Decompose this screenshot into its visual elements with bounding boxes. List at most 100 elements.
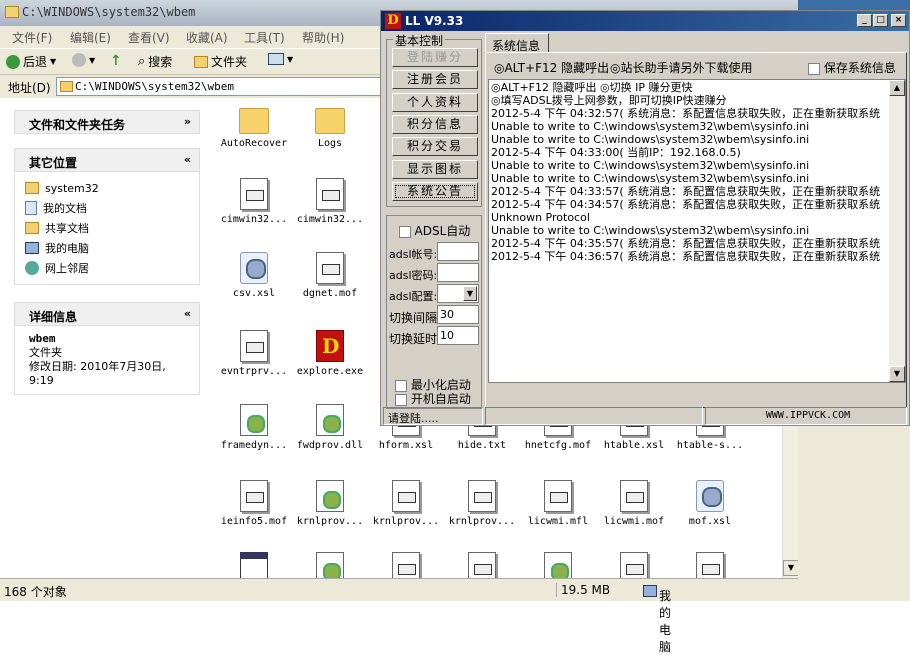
file-tasks-header[interactable]: 文件和文件夹任务 » [14, 110, 200, 134]
file-item[interactable]: Logs [292, 104, 368, 149]
show-icon-button[interactable]: 显示图标 [392, 160, 478, 179]
chevron-down-icon: ▼ [50, 57, 57, 66]
place-label: 共享文档 [45, 222, 89, 235]
tab-system-info[interactable]: 系统信息 [485, 33, 549, 53]
adsl-password-input[interactable] [437, 263, 479, 282]
log-scrollbar[interactable]: ▲ ▼ [889, 80, 905, 382]
details-title: 详细信息 [29, 310, 78, 324]
file-label: mof.xsl [688, 516, 732, 527]
chevron-up-icon[interactable]: « [184, 153, 191, 166]
other-places-header[interactable]: 其它位置 « [14, 148, 200, 172]
place-my-computer[interactable]: 我的电脑 [25, 238, 199, 258]
xsl-file-icon [696, 480, 724, 512]
file-label: dgnet.mof [302, 288, 358, 299]
menu-tools[interactable]: 工具(T) [244, 29, 285, 46]
gear-file-icon [240, 404, 268, 436]
forward-button[interactable]: ▼ [72, 53, 95, 67]
adsl-config-select[interactable]: ▼ [437, 284, 479, 303]
place-my-documents[interactable]: 我的文档 [25, 198, 199, 218]
file-label: ieinfo5.mof [220, 516, 288, 527]
save-info-checkbox[interactable] [808, 62, 820, 75]
register-button[interactable]: 注册会员 [392, 70, 478, 89]
adsl-auto-row[interactable]: ADSL自动 [399, 222, 470, 239]
place-system32[interactable]: system32 [25, 178, 199, 198]
back-label: 后退 [23, 55, 48, 69]
menu-help[interactable]: 帮助(H) [302, 29, 344, 46]
file-label: explore.exe [296, 366, 364, 377]
adsl-auto-checkbox[interactable] [399, 226, 411, 238]
file-item[interactable]: framedyn... [216, 404, 292, 451]
dialog-titlebar[interactable]: D LL V9.33 _ □ × [381, 11, 909, 31]
adsl-password-label: adsl密码: [389, 269, 438, 282]
log-line: 2012-5-4 下午 04:32:57( 系统消息：系配置信息获取失败，正在重… [491, 107, 881, 120]
file-item[interactable]: mof.xsl [672, 480, 748, 527]
autostart-row[interactable]: 开机自启动 [395, 390, 471, 407]
status-cell-middle [485, 407, 703, 425]
file-item[interactable]: evntrprv... [216, 330, 292, 377]
file-item[interactable]: csv.xsl [216, 252, 292, 299]
menu-favorites[interactable]: 收藏(A) [186, 29, 228, 46]
up-button[interactable]: ↑ [110, 53, 122, 69]
file-item[interactable]: AutoRecover [216, 104, 292, 149]
menu-view[interactable]: 查看(V) [128, 29, 170, 46]
save-info-row[interactable]: 保存系统信息 [808, 59, 896, 76]
autostart-checkbox[interactable] [395, 393, 407, 406]
chevron-down-icon[interactable]: » [184, 115, 191, 128]
interval-input[interactable]: 30 [437, 305, 479, 324]
address-input[interactable]: C:\WINDOWS\system32\wbem [56, 77, 386, 96]
minimize-icon[interactable]: _ [857, 14, 872, 27]
file-item[interactable]: fwdprov.dll [292, 404, 368, 451]
login-status: 请登陆..... [383, 407, 483, 425]
network-icon [25, 261, 39, 275]
points-info-button[interactable]: 积分信息 [392, 115, 478, 134]
place-network[interactable]: 网上邻居 [25, 258, 199, 278]
tab-panel: ◎ALT+F12 隐藏呼出 ◎站长助手请另外下载使用 保存系统信息 ◎ALT+F… [485, 52, 907, 408]
details-modified: 修改日期: 2010年7月30日, 9:19 [29, 360, 166, 387]
chevron-down-icon[interactable]: ▼ [463, 286, 477, 301]
folders-button[interactable]: 文件夹 [194, 53, 247, 70]
place-shared-documents[interactable]: 共享文档 [25, 218, 199, 238]
back-button[interactable]: 后退 ▼ [6, 53, 56, 70]
system-notice-button[interactable]: 系统公告 [392, 182, 478, 201]
points-trade-button[interactable]: 积分交易 [392, 137, 478, 156]
scroll-down-icon[interactable]: ▼ [889, 366, 905, 382]
file-item[interactable]: explore.exe [292, 330, 368, 377]
close-icon[interactable]: × [891, 14, 906, 27]
details-body: wbem 文件夹 修改日期: 2010年7月30日, 9:19 [14, 326, 200, 395]
place-label: 网上邻居 [45, 262, 89, 275]
login-earn-button[interactable]: 登陆赚分 [392, 48, 478, 67]
file-label: fwdprov.dll [296, 440, 364, 451]
views-button[interactable]: ▼ [268, 53, 293, 65]
profile-button[interactable]: 个人资料 [392, 93, 478, 112]
file-label: krnlprov... [296, 516, 364, 527]
file-item[interactable]: ieinfo5.mof [216, 480, 292, 527]
chevron-up-icon[interactable]: « [184, 307, 191, 320]
file-item[interactable]: krnlprov... [444, 480, 520, 527]
scroll-up-icon[interactable]: ▲ [889, 80, 905, 96]
system-log[interactable]: ◎ALT+F12 隐藏呼出 ◎切换 IP 赚分更快 ◎填写ADSL拨号上网参数，即… [488, 79, 906, 383]
details-header[interactable]: 详细信息 « [14, 302, 200, 326]
menu-edit[interactable]: 编辑(E) [70, 29, 111, 46]
file-item[interactable]: cimwin32... [216, 178, 292, 225]
status-size: 19.5 MB [556, 583, 610, 597]
file-label: htable-s... [676, 440, 744, 451]
file-item[interactable]: krnlprov... [368, 480, 444, 527]
file-item[interactable]: dgnet.mof [292, 252, 368, 299]
folder-file-icon [239, 108, 269, 134]
background-window [798, 408, 910, 601]
file-item[interactable]: krnlprov... [292, 480, 368, 527]
adsl-account-input[interactable] [437, 242, 479, 261]
file-item[interactable]: licwmi.mfl [520, 480, 596, 527]
log-line: 2012-5-4 下午 04:34:57( 系统消息：系配置信息获取失败，正在重… [491, 198, 881, 211]
folder-file-icon [315, 108, 345, 134]
file-item[interactable]: cimwin32... [292, 178, 368, 225]
log-line: ◎ALT+F12 隐藏呼出 ◎切换 IP 赚分更快 [491, 81, 693, 94]
scroll-down-icon[interactable]: ▼ [783, 560, 799, 576]
maximize-icon[interactable]: □ [873, 14, 888, 27]
basic-control-label: 基本控制 [393, 32, 446, 49]
search-button[interactable]: ⌕ 搜索 [138, 53, 172, 70]
delay-input[interactable]: 10 [437, 326, 479, 345]
folders-label: 文件夹 [211, 55, 248, 69]
file-item[interactable]: licwmi.mof [596, 480, 672, 527]
menu-file[interactable]: 文件(F) [12, 29, 52, 46]
